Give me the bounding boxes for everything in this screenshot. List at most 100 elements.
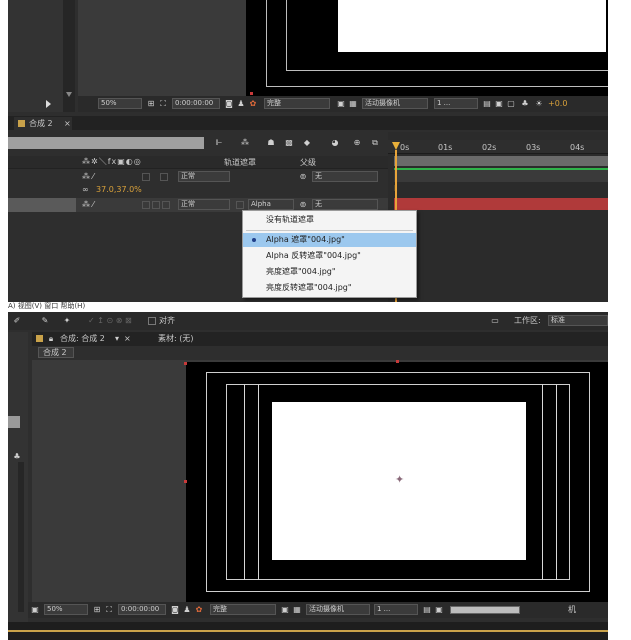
person-icon[interactable]: ♟ bbox=[236, 99, 246, 109]
layer2-pickwhip-icon[interactable]: ⊚ bbox=[298, 200, 308, 210]
layer1-mode-select[interactable]: 正常 bbox=[178, 171, 230, 182]
layout-icon[interactable]: ▤ bbox=[482, 99, 492, 109]
snap-label: 对齐 bbox=[159, 316, 175, 325]
puppet-tool-icon[interactable]: ✦ bbox=[62, 316, 72, 326]
timeline-graph-area: 0s 01s 02s 03s 04s I bbox=[388, 132, 608, 302]
transparency-grid-icon[interactable]: ▦ bbox=[348, 99, 358, 109]
bottom-timecode[interactable]: 0:00:00:00 bbox=[118, 604, 166, 615]
transparency-icon-bottom[interactable]: ▦ bbox=[292, 605, 302, 615]
region-icon[interactable]: ⛶ bbox=[158, 99, 168, 109]
scale-link-icon[interactable]: ∞ bbox=[82, 185, 89, 195]
keyframe-icon[interactable]: I bbox=[394, 184, 396, 194]
layer2-switches[interactable]: ⁂ ⁄ bbox=[82, 200, 94, 210]
bottom-comp-canvas: ✦ bbox=[184, 360, 608, 602]
menu-item-alpha-matte[interactable]: Alpha 遮罩"004.jpg" bbox=[243, 233, 416, 247]
timeline-tab[interactable]: 合成 2 × bbox=[14, 117, 72, 130]
time-ruler[interactable]: 0s 01s 02s 03s 04s bbox=[388, 140, 608, 154]
roi-icon-bottom[interactable]: ▣ bbox=[280, 605, 290, 615]
footage-label[interactable]: 素材: (无) bbox=[158, 334, 193, 344]
bottom-viewer-bar: ▣ 50% ⊞ ⛶ 0:00:00:00 ◙ ♟ ✿ 完整 ▣ ▦ 活动摄像机 … bbox=[28, 602, 608, 618]
roi-icon[interactable]: ▣ bbox=[336, 99, 346, 109]
pen-tool-icon[interactable]: ✐ bbox=[12, 316, 22, 326]
project-scroll-arrow-icon[interactable] bbox=[46, 100, 51, 108]
layer1-track-bar[interactable] bbox=[394, 170, 608, 182]
top-comp-viewer bbox=[78, 0, 608, 96]
top-timecode[interactable]: 0:00:00:00 bbox=[172, 98, 220, 109]
region-icon-bottom[interactable]: ⛶ bbox=[104, 605, 114, 615]
reset-view-icon[interactable]: ▢ bbox=[506, 99, 516, 109]
motion-blur-icon[interactable]: ◕ bbox=[330, 138, 340, 148]
bottom-menubar-text[interactable]: A) 视图(V) 窗口 帮助(H) bbox=[8, 302, 85, 311]
layer1-pickwhip-icon[interactable]: ⊚ bbox=[298, 172, 308, 182]
frame-blend-icon[interactable]: ◆ bbox=[302, 138, 312, 148]
menu-item-alpha-matte-label: Alpha 遮罩"004.jpg" bbox=[266, 235, 345, 244]
color-channels-icon[interactable]: ✿ bbox=[248, 99, 258, 109]
flowchart-side-icon[interactable]: ♣ bbox=[12, 452, 22, 462]
menu-item-no-matte[interactable]: 没有轨道遮罩 bbox=[243, 213, 416, 227]
top-views-select[interactable]: 1 ... bbox=[434, 98, 478, 109]
scale-value[interactable]: 37.0,37.0% bbox=[96, 185, 142, 195]
layer2-track-matte-select[interactable]: Alpha bbox=[248, 199, 294, 210]
layer1-duration-line bbox=[394, 168, 608, 170]
toggle-view-icon[interactable]: ▣ bbox=[494, 99, 504, 109]
grid-icon[interactable]: ⊞ bbox=[146, 99, 156, 109]
layer-row-1[interactable]: ⁂ ⁄ 正常 ⊚ 无 bbox=[8, 170, 388, 184]
work-area-bar[interactable] bbox=[394, 156, 608, 166]
anchor-point-icon[interactable]: ✦ bbox=[395, 474, 404, 485]
layer2-mode-select[interactable]: 正常 bbox=[178, 199, 230, 210]
breadcrumb[interactable]: 合成 2 bbox=[38, 347, 74, 358]
timeline-toolbar: ⊩ ⁂ ☗ ▩ ◆ ◕ ⊕ ⧉ bbox=[8, 132, 388, 154]
flowchart-icon[interactable]: ♣ bbox=[520, 99, 530, 109]
brainstorm-icon[interactable]: ⊕ bbox=[352, 138, 362, 148]
menu-item-luma-matte[interactable]: 亮度遮罩"004.jpg" bbox=[243, 265, 416, 279]
timeline-search-input[interactable] bbox=[8, 137, 204, 149]
top-resolution-select[interactable]: 完整 bbox=[264, 98, 330, 109]
selected-bullet-icon bbox=[252, 238, 256, 242]
comp-close-icon[interactable]: × bbox=[124, 334, 131, 344]
top-camera-select[interactable]: 活动摄像机 bbox=[362, 98, 428, 109]
layer1-parent-select[interactable]: 无 bbox=[312, 171, 378, 182]
bottom-zoom-select[interactable]: 50% bbox=[44, 604, 88, 615]
layer1-switches[interactable]: ⁂ ⁄ bbox=[82, 172, 94, 182]
bottom-comp-viewer: ✦ bbox=[32, 360, 608, 602]
graph-editor-icon[interactable]: ⧉ bbox=[370, 138, 380, 148]
bottom-screenshot: ✐ ✎ ✦ ✓ ↥ ⊙ ⊗ ⊠ 对齐 ▭ 工作区: 标准 ♣ 🔒︎ 合成: 合成… bbox=[8, 312, 608, 640]
layer2-parent-select[interactable]: 无 bbox=[312, 199, 378, 210]
comp-flowchart-icon[interactable]: ⊩ bbox=[214, 138, 224, 148]
bottom-resolution-select[interactable]: 完整 bbox=[210, 604, 276, 615]
playhead-icon[interactable] bbox=[392, 142, 400, 150]
hide-shy-icon[interactable]: ▩ bbox=[284, 138, 294, 148]
ruler-tick-4: 04s bbox=[570, 143, 585, 152]
snapshot-icon[interactable]: ◙ bbox=[170, 605, 180, 615]
menu-separator bbox=[246, 230, 413, 231]
top-exposure-value[interactable]: +0.0 bbox=[548, 99, 567, 109]
comp-title[interactable]: 合成: 合成 2 bbox=[60, 334, 105, 344]
project-scroll-down-icon[interactable] bbox=[66, 92, 72, 97]
bottom-camera-select[interactable]: 活动摄像机 bbox=[306, 604, 370, 615]
layout-icon-bottom[interactable]: ▤ bbox=[422, 605, 432, 615]
bottom-scroll-track[interactable] bbox=[450, 606, 520, 614]
comp-menu-icon[interactable]: ▾ bbox=[112, 334, 122, 344]
workspace-select[interactable]: 标准 bbox=[548, 315, 608, 326]
timeline-tab-label: 合成 2 bbox=[29, 119, 53, 128]
timeline-tab-close-icon[interactable]: × bbox=[64, 119, 71, 129]
menu-item-alpha-inverted[interactable]: Alpha 反转遮罩"004.jpg" bbox=[243, 249, 416, 263]
always-preview-icon[interactable]: ▣ bbox=[30, 605, 40, 615]
toggle-view-icon-bottom[interactable]: ▣ bbox=[434, 605, 444, 615]
person-icon-bottom[interactable]: ♟ bbox=[182, 605, 192, 615]
live-update-icon[interactable]: ⁂ bbox=[240, 138, 250, 148]
disabled-tools: ✓ ↥ ⊙ ⊗ ⊠ bbox=[88, 316, 132, 325]
draft-3d-icon[interactable]: ☗ bbox=[266, 138, 276, 148]
exposure-icon[interactable]: ☀ bbox=[534, 99, 544, 109]
menu-item-luma-inverted[interactable]: 亮度反转遮罩"004.jpg" bbox=[243, 281, 416, 295]
bottom-views-select[interactable]: 1 ... bbox=[374, 604, 418, 615]
top-zoom-select[interactable]: 50% bbox=[98, 98, 142, 109]
brush-tool-icon[interactable]: ✎ bbox=[40, 316, 50, 326]
channels-icon-bottom[interactable]: ✿ bbox=[194, 605, 204, 615]
lock-icon[interactable]: 🔒︎ bbox=[46, 334, 56, 344]
layer2-track-bar[interactable] bbox=[394, 198, 608, 210]
camera-icon[interactable]: ◙ bbox=[224, 99, 234, 109]
vr-icon[interactable]: ▭ bbox=[490, 316, 500, 326]
grid-icon-bottom[interactable]: ⊞ bbox=[92, 605, 102, 615]
snap-checkbox[interactable] bbox=[148, 317, 156, 325]
